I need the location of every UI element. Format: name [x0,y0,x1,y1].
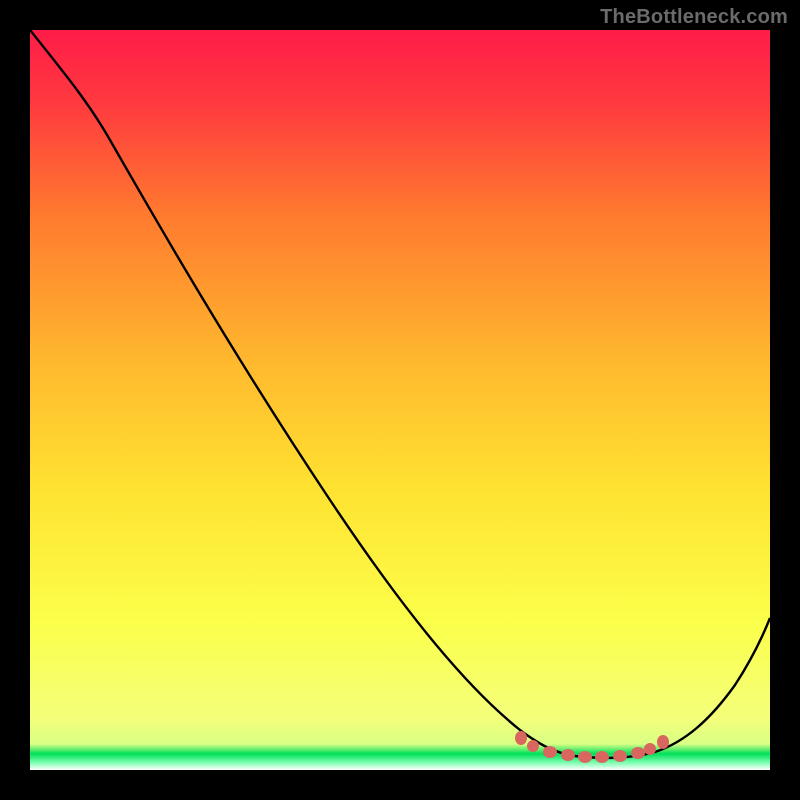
plot-area [30,30,770,770]
bottleneck-curve [30,30,770,770]
curve-path [30,30,770,758]
chart-frame: TheBottleneck.com [0,0,800,800]
watermark-text: TheBottleneck.com [600,6,788,29]
